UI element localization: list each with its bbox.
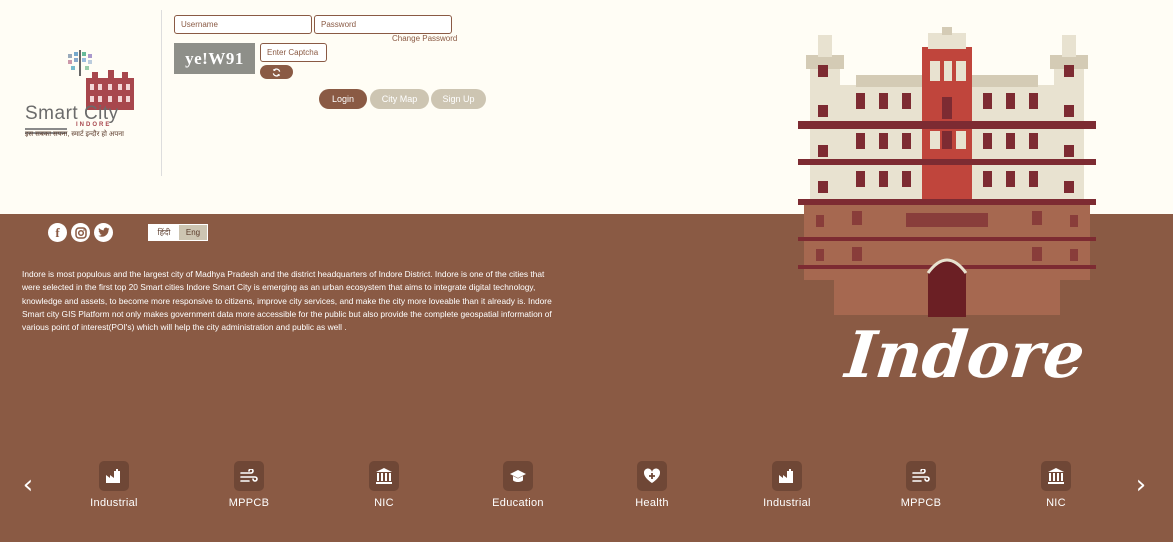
carousel-item-education[interactable]: Education <box>468 461 568 513</box>
carousel-item-industrial[interactable]: Industrial <box>64 461 164 513</box>
carousel-item-label: Education <box>492 497 544 509</box>
carousel-item-industrial[interactable]: Industrial <box>737 461 837 513</box>
carousel-item-label: NIC <box>374 497 394 509</box>
login-button[interactable]: Login <box>319 89 367 109</box>
about-indore-text: Indore is most populous and the largest … <box>22 269 552 333</box>
wind-icon <box>906 461 936 491</box>
carousel-item-health[interactable]: Health <box>602 461 702 513</box>
carousel-item-label: Health <box>635 497 669 509</box>
carousel-item-mppcb[interactable]: MPPCB <box>199 461 299 513</box>
factory-icon <box>772 461 802 491</box>
carousel-item-label: Industrial <box>763 497 811 509</box>
instagram-icon[interactable] <box>71 223 90 242</box>
institution-icon <box>1041 461 1071 491</box>
city-title: Indore <box>842 318 1089 393</box>
carousel-next-button[interactable]: › <box>1130 470 1152 500</box>
change-password-link[interactable]: Change Password <box>392 34 457 43</box>
logo-city: INDORE <box>76 122 112 128</box>
refresh-captcha-button[interactable] <box>260 65 293 79</box>
factory-icon <box>99 461 129 491</box>
carousel-item-label: NIC <box>1046 497 1066 509</box>
health-heart-icon <box>637 461 667 491</box>
password-input[interactable] <box>314 15 452 34</box>
sign-up-button[interactable]: Sign Up <box>431 89 486 109</box>
language-english[interactable]: Eng <box>179 225 207 240</box>
logo-tagline: इस सबका सपना, स्मार्ट इन्दौर हो अपना <box>25 131 124 138</box>
language-hindi[interactable]: हिंदी <box>149 225 179 240</box>
institution-icon <box>369 461 399 491</box>
captcha-input[interactable] <box>260 43 327 62</box>
rajwada-palace-icon <box>798 27 1096 317</box>
carousel-item-nic[interactable]: NIC <box>334 461 434 513</box>
captcha-image: ye!W91 <box>174 43 255 74</box>
facebook-icon[interactable]: f <box>48 223 67 242</box>
carousel-item-label: MPPCB <box>900 497 942 509</box>
wind-icon <box>234 461 264 491</box>
carousel-item-label: Industrial <box>90 497 138 509</box>
city-map-button[interactable]: City Map <box>370 89 429 109</box>
username-input[interactable] <box>174 15 312 34</box>
carousel-item-label: MPPCB <box>228 497 270 509</box>
header-divider <box>161 10 162 176</box>
graduation-cap-icon <box>503 461 533 491</box>
twitter-icon[interactable] <box>94 223 113 242</box>
carousel-prev-button[interactable]: ‹ <box>17 470 39 500</box>
language-toggle: हिंदी Eng <box>148 224 208 241</box>
carousel-item-mppcb[interactable]: MPPCB <box>871 461 971 513</box>
carousel-item-nic[interactable]: NIC <box>1006 461 1106 513</box>
refresh-icon <box>272 67 281 77</box>
